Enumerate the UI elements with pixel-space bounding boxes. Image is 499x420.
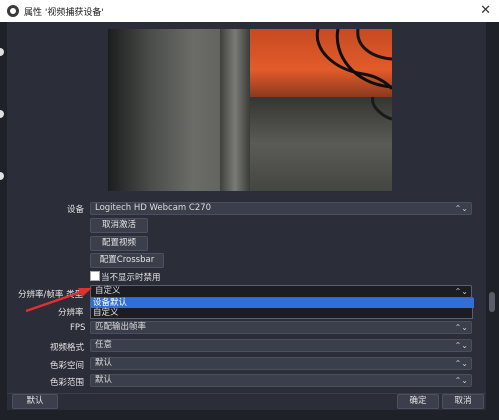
indicator-dot: [0, 172, 4, 180]
video-format-select[interactable]: 任意 ⌃⌄: [90, 339, 472, 352]
chevron-updown-icon: ⌃⌄: [454, 323, 468, 332]
chevron-updown-icon: ⌃⌄: [454, 359, 468, 368]
close-icon[interactable]: ✕: [480, 3, 491, 18]
hide-when-not-showing-checkbox[interactable]: [90, 271, 100, 281]
device-label: 设备: [67, 205, 85, 215]
cancel-button[interactable]: 取消: [442, 394, 484, 409]
video-format-value: 任意: [95, 340, 113, 350]
resolution-label: 分辨率: [58, 308, 84, 318]
device-select[interactable]: Logitech HD Webcam C270 ⌃⌄: [90, 202, 472, 215]
hide-when-not-showing-label: 当不显示时禁用: [101, 273, 161, 283]
chevron-updown-icon: ⌃⌄: [454, 204, 468, 213]
chevron-updown-icon: ⌃⌄: [454, 341, 468, 350]
obs-logo-icon: [7, 5, 19, 17]
indicator-dot: [0, 48, 4, 56]
deactivate-button[interactable]: 取消激活: [90, 218, 148, 233]
scrollbar[interactable]: [486, 22, 499, 420]
color-space-label: 色彩空间: [50, 361, 85, 371]
configure-crossbar-button[interactable]: 配置Crossbar: [90, 253, 164, 268]
preview-cables: [315, 29, 392, 121]
dropdown-option-device-default[interactable]: 设备默认: [91, 298, 474, 308]
defaults-button[interactable]: 默认: [12, 394, 58, 409]
color-space-value: 默认: [95, 358, 113, 368]
device-value: Logitech HD Webcam C270: [95, 203, 212, 213]
video-preview: [108, 29, 392, 191]
fps-value: 匹配输出帧率: [95, 322, 147, 332]
color-space-select[interactable]: 默认 ⌃⌄: [90, 357, 472, 370]
ok-button[interactable]: 确定: [397, 394, 439, 409]
indicator-dot: [0, 110, 4, 118]
window-title: 属性 '视频捕获设备': [24, 8, 104, 18]
fps-label: FPS: [70, 323, 86, 333]
chevron-updown-icon: ⌃⌄: [454, 376, 468, 385]
color-range-value: 默认: [95, 375, 113, 385]
color-range-select[interactable]: 默认 ⌃⌄: [90, 374, 472, 387]
scrollbar-thumb[interactable]: [489, 292, 495, 312]
color-range-label: 色彩范围: [50, 378, 85, 388]
video-format-label: 视频格式: [50, 343, 85, 353]
fps-select[interactable]: 匹配输出帧率 ⌃⌄: [90, 321, 472, 334]
chevron-updown-icon: ⌃⌄: [454, 287, 468, 296]
configure-video-button[interactable]: 配置视频: [90, 236, 148, 251]
resolution-type-dropdown[interactable]: 设备默认 自定义: [90, 297, 474, 319]
background-bottom-strip: [7, 410, 486, 420]
resolution-fps-type-value: 自定义: [95, 286, 121, 296]
dropdown-option-custom[interactable]: 自定义: [91, 308, 474, 318]
title-bar: 属性 '视频捕获设备' ✕: [0, 0, 499, 22]
background-left-strip: [0, 22, 7, 420]
